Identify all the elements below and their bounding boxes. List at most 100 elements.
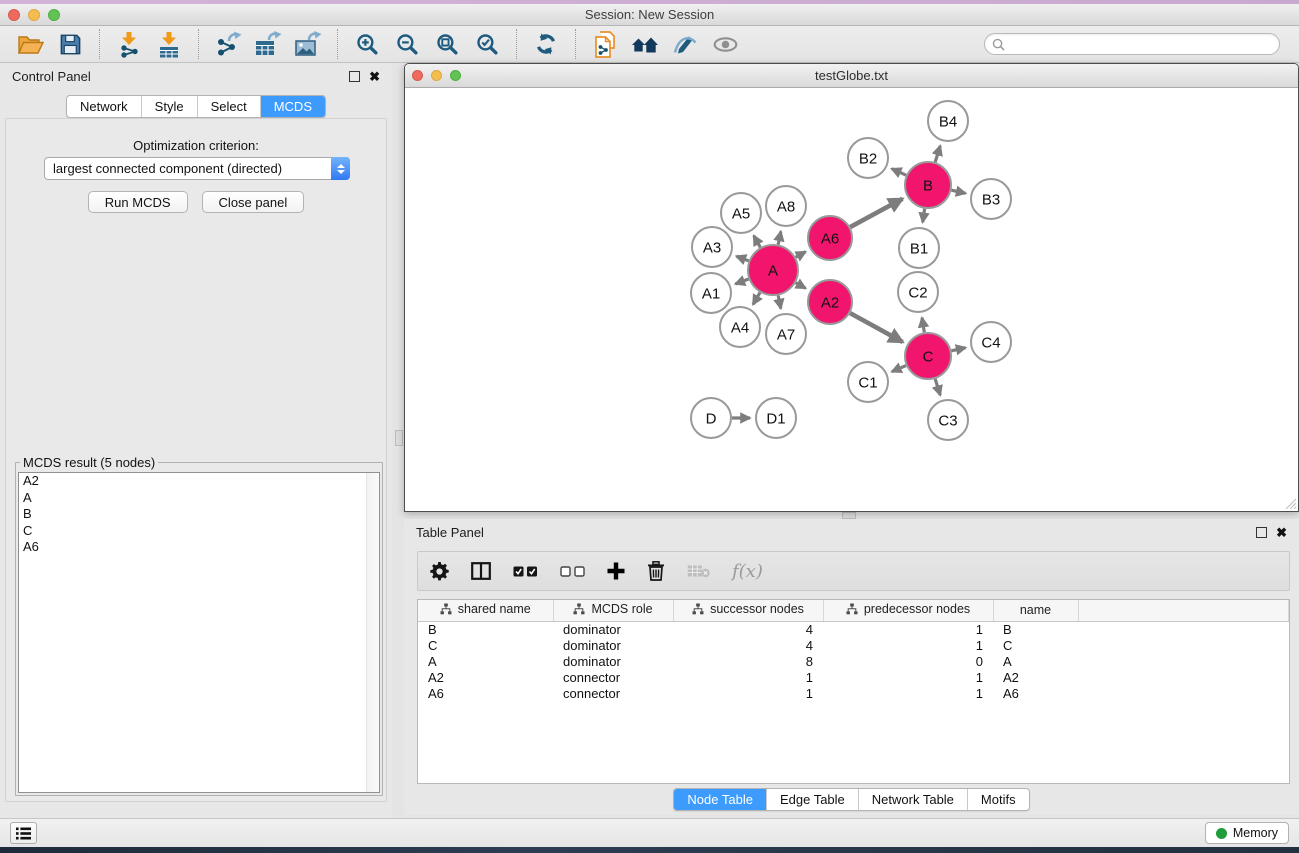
graph-node-A4[interactable]: A4 <box>720 307 760 347</box>
home-layout-icon[interactable] <box>628 29 662 59</box>
table-row[interactable]: Cdominator41C <box>418 637 1289 653</box>
tab-edge-table[interactable]: Edge Table <box>766 789 858 810</box>
select-all-rows-icon[interactable] <box>513 566 538 577</box>
graph-edge-A-A4[interactable] <box>753 293 760 305</box>
column-header-MCDS-role[interactable]: MCDS role <box>553 600 673 621</box>
graph-node-C[interactable]: C <box>905 333 951 379</box>
graph-node-B4[interactable]: B4 <box>928 101 968 141</box>
close-table-panel-icon[interactable]: ✖ <box>1276 527 1287 538</box>
tab-motifs[interactable]: Motifs <box>967 789 1029 810</box>
task-history-button[interactable] <box>10 822 37 844</box>
column-header-name[interactable]: name <box>993 600 1078 621</box>
graph-node-C4[interactable]: C4 <box>971 322 1011 362</box>
refresh-view-icon[interactable] <box>529 29 563 59</box>
graph-node-A6[interactable]: A6 <box>808 216 852 260</box>
graph-node-D[interactable]: D <box>691 398 731 438</box>
zoom-selected-icon[interactable] <box>470 29 504 59</box>
search-input[interactable] <box>1009 37 1279 51</box>
table-row[interactable]: A2connector11A2 <box>418 669 1289 685</box>
zoom-in-icon[interactable] <box>350 29 384 59</box>
export-table-icon[interactable] <box>251 29 285 59</box>
network-graph[interactable]: B4B2BB3A8A5A6A3B1AA1C2A2A4A7C4CC1C3DD1 <box>405 88 1298 511</box>
close-panel-icon[interactable]: ✖ <box>369 71 380 82</box>
column-header-shared-name[interactable]: shared name <box>418 600 553 621</box>
graph-edge-C-C4[interactable] <box>951 348 965 351</box>
graph-edge-A2-C[interactable] <box>850 313 902 342</box>
deselect-all-rows-icon[interactable] <box>560 566 585 577</box>
graph-edge-A-A5[interactable] <box>754 236 761 248</box>
import-table-icon[interactable] <box>152 29 186 59</box>
graph-edge-A-A3[interactable] <box>736 256 748 261</box>
table-row[interactable]: Bdominator41B <box>418 621 1289 637</box>
graph-edge-B-B4[interactable] <box>935 146 940 162</box>
split-view-icon[interactable] <box>471 562 491 580</box>
network-canvas[interactable]: B4B2BB3A8A5A6A3B1AA1C2A2A4A7C4CC1C3DD1 <box>405 88 1298 511</box>
table-splitter-grip[interactable] <box>842 512 856 519</box>
graph-edge-B-B2[interactable] <box>892 169 906 175</box>
import-network-icon[interactable] <box>112 29 146 59</box>
graph-node-B1[interactable]: B1 <box>899 228 939 268</box>
mcds-result-item[interactable]: A6 <box>19 539 379 556</box>
graph-node-A2[interactable]: A2 <box>808 280 852 324</box>
graph-node-A5[interactable]: A5 <box>721 193 761 233</box>
graph-node-D1[interactable]: D1 <box>756 398 796 438</box>
graph-edge-A-A6[interactable] <box>796 252 806 258</box>
graph-edge-A-A1[interactable] <box>735 279 748 284</box>
add-column-icon[interactable] <box>607 562 625 580</box>
float-panel-icon[interactable] <box>349 71 360 82</box>
tab-style[interactable]: Style <box>141 96 197 117</box>
mcds-result-item[interactable]: A <box>19 490 379 507</box>
graph-node-B3[interactable]: B3 <box>971 179 1011 219</box>
mcds-result-list[interactable]: A2ABCA6 <box>18 472 380 793</box>
search-field[interactable] <box>984 33 1280 55</box>
column-header-successor-nodes[interactable]: successor nodes <box>673 600 823 621</box>
graph-node-C3[interactable]: C3 <box>928 400 968 440</box>
tab-node-table[interactable]: Node Table <box>674 789 766 810</box>
zoom-out-icon[interactable] <box>390 29 424 59</box>
mcds-result-item[interactable]: C <box>19 523 379 540</box>
tab-network-table[interactable]: Network Table <box>858 789 967 810</box>
graph-node-A3[interactable]: A3 <box>692 227 732 267</box>
save-session-icon[interactable] <box>53 29 87 59</box>
graph-node-A1[interactable]: A1 <box>691 273 731 313</box>
zoom-fit-icon[interactable] <box>430 29 464 59</box>
tab-network[interactable]: Network <box>67 96 141 117</box>
export-image-icon[interactable] <box>291 29 325 59</box>
graph-edge-C-C1[interactable] <box>892 366 906 372</box>
node-table[interactable]: shared nameMCDS rolesuccessor nodesprede… <box>417 599 1290 784</box>
memory-button[interactable]: Memory <box>1205 822 1289 844</box>
mcds-result-item[interactable]: B <box>19 506 379 523</box>
graph-edge-A-A2[interactable] <box>796 283 806 289</box>
graph-edge-A-A8[interactable] <box>778 231 781 244</box>
result-list-scrollbar[interactable] <box>366 473 379 792</box>
table-settings-gear-icon[interactable] <box>430 562 449 581</box>
mcds-result-item[interactable]: A2 <box>19 473 379 490</box>
export-network-icon[interactable] <box>211 29 245 59</box>
graph-node-A[interactable]: A <box>748 245 798 295</box>
panel-splitter-grip[interactable] <box>395 430 403 446</box>
network-window-titlebar[interactable]: testGlobe.txt <box>405 64 1298 88</box>
column-header-predecessor-nodes[interactable]: predecessor nodes <box>823 600 993 621</box>
tab-mcds[interactable]: MCDS <box>260 96 325 117</box>
table-row[interactable]: Adominator80A <box>418 653 1289 669</box>
graph-node-A8[interactable]: A8 <box>766 186 806 226</box>
table-row[interactable]: A6connector11A6 <box>418 685 1289 701</box>
run-mcds-button[interactable]: Run MCDS <box>88 191 188 213</box>
graph-node-A7[interactable]: A7 <box>766 314 806 354</box>
graph-edge-A-A7[interactable] <box>778 295 781 308</box>
hide-graphics-details-icon[interactable] <box>668 29 702 59</box>
graph-node-C2[interactable]: C2 <box>898 272 938 312</box>
copy-style-icon[interactable] <box>588 29 622 59</box>
graph-node-B[interactable]: B <box>905 162 951 208</box>
open-file-icon[interactable] <box>13 29 47 59</box>
graph-edge-A6-B[interactable] <box>850 199 902 227</box>
graph-edge-B-B3[interactable] <box>951 190 965 193</box>
graph-edge-C-C3[interactable] <box>935 379 940 395</box>
window-resize-grip[interactable] <box>1283 496 1296 509</box>
graph-node-C1[interactable]: C1 <box>848 362 888 402</box>
float-table-panel-icon[interactable] <box>1256 527 1267 538</box>
delete-column-icon[interactable] <box>647 561 665 581</box>
show-eye-icon[interactable] <box>708 29 742 59</box>
graph-edge-B-B1[interactable] <box>923 209 925 223</box>
tab-select[interactable]: Select <box>197 96 260 117</box>
